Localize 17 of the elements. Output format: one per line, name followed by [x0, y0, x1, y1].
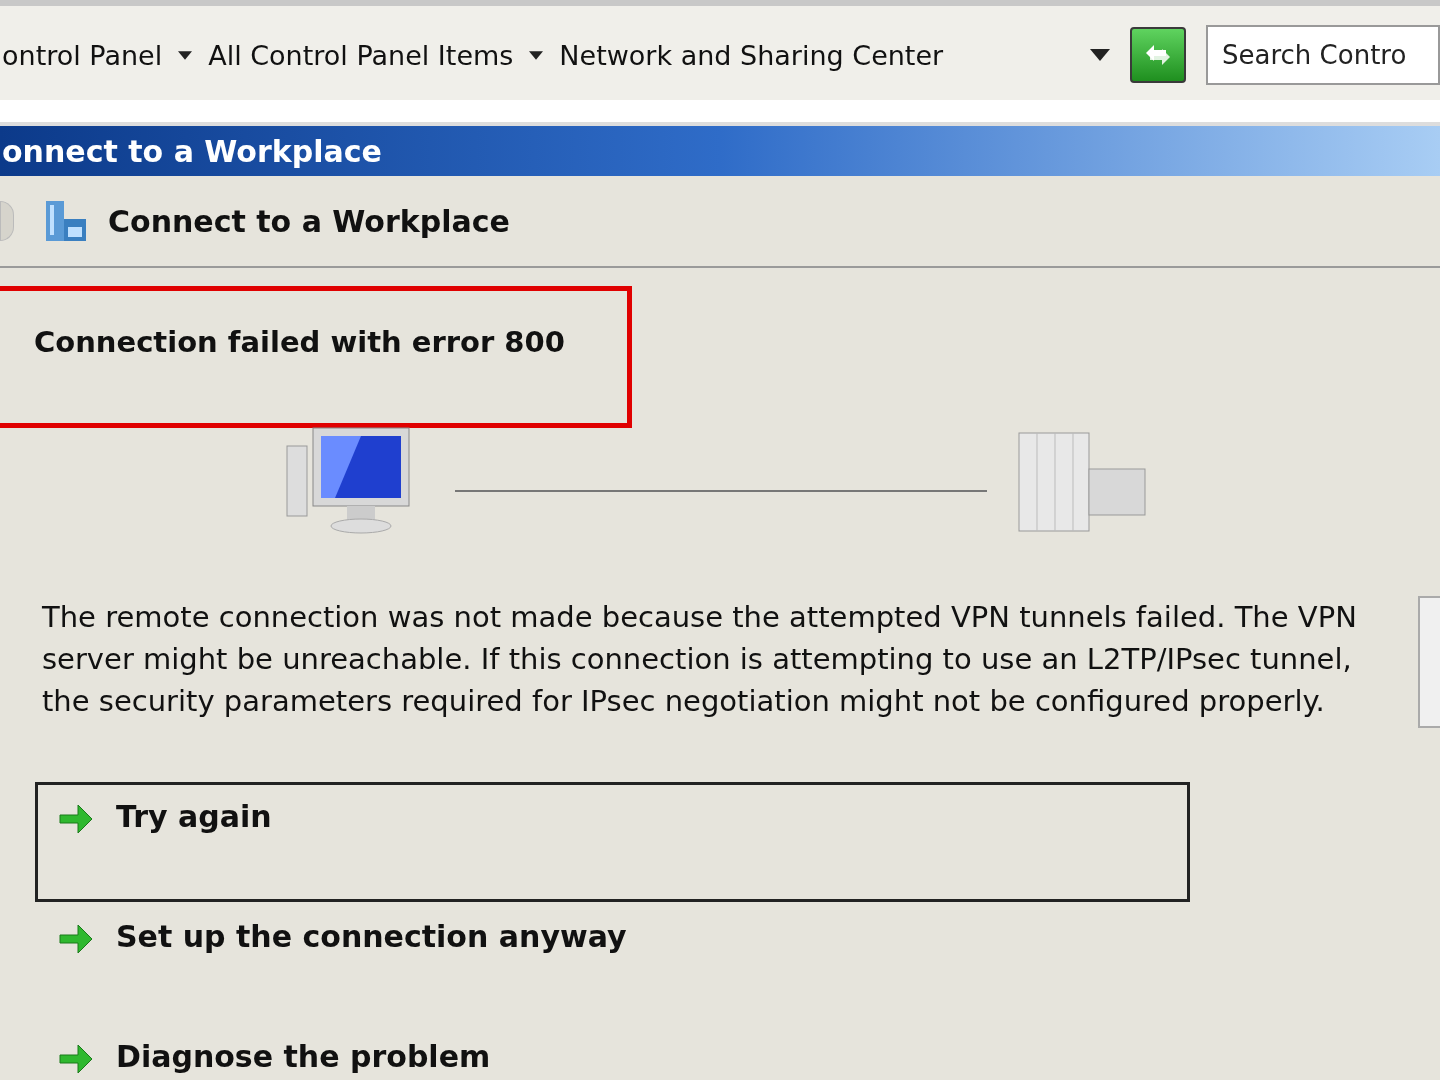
option-link[interactable]: Try again [35, 782, 1190, 902]
caret-icon[interactable] [178, 50, 193, 60]
wizard-heading: Connect to a Workplace [108, 203, 510, 239]
caret-icon[interactable] [529, 50, 544, 60]
scrollbar[interactable] [1418, 596, 1440, 728]
breadcrumb[interactable]: ontrol Panel [2, 39, 163, 71]
option-link[interactable]: Set up the connection anyway [35, 902, 1190, 1022]
address-bar[interactable]: ontrol Panel All Control Panel Items Network and Sharing Center [2, 39, 1122, 71]
refresh-button[interactable] [1130, 27, 1186, 83]
option-link[interactable]: Diagnose the problem [35, 1022, 1190, 1080]
breadcrumb[interactable]: All Control Panel Items [208, 39, 514, 71]
error-message: The remote connection was not made because the attempted VPN tunnels failed. The VPN server might be unreachable. If this connection is attempting to use an L2TP/IPsec tunnel, the security parameters required for IPsec negotiation might not be configured properly. [42, 599, 1358, 720]
breadcrumb[interactable]: Network and Sharing Center [559, 39, 944, 71]
window-title: onnect to a Workplace [2, 133, 382, 169]
error-title: Connection failed with error 800 [34, 325, 565, 359]
search-field[interactable]: Search Contro [1206, 25, 1440, 85]
dropdown-caret-icon[interactable] [1090, 49, 1110, 61]
